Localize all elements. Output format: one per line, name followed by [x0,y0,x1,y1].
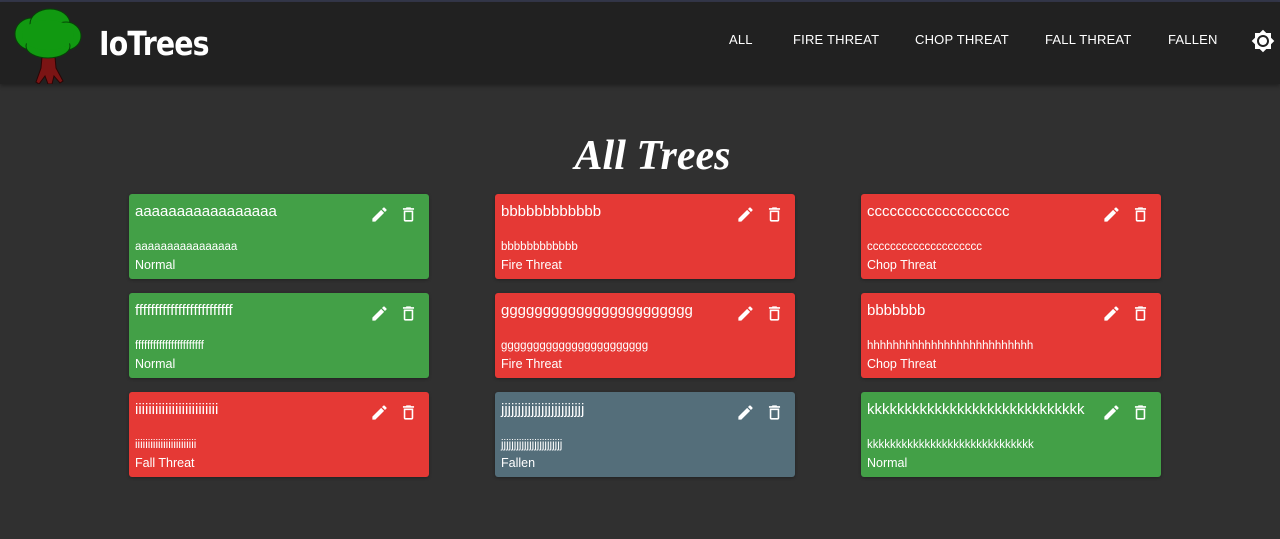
tree-card-status: Normal [867,456,908,470]
trash-icon[interactable] [399,403,418,422]
tree-card-status: Normal [135,258,176,272]
trash-icon[interactable] [399,304,418,323]
pencil-icon[interactable] [1102,403,1121,422]
tree-card-status: Chop Threat [867,258,937,272]
tree-card-description: bbbbbbbbbbbb [501,241,578,253]
tree-card-title: aaaaaaaaaaaaaaaaa [135,203,277,220]
tree-card-description: hhhhhhhhhhhhhhhhhhhhhhhhhh [867,340,1034,352]
tree-card-title: fffffffffffffffffffffffff [135,302,233,319]
tree-card[interactable]: jjjjjjjjjjjjjjjjjjjjjjjjj jjjjjjjjjjjjjj… [495,392,795,477]
tree-card[interactable]: aaaaaaaaaaaaaaaaa aaaaaaaaaaaaaaaa Norma… [129,194,429,279]
trash-icon[interactable] [1131,403,1150,422]
tree-card-title: ccccccccccccccccccc [867,203,1010,220]
tree-card[interactable]: kkkkkkkkkkkkkkkkkkkkkkkkkkkkk kkkkkkkkkk… [861,392,1161,477]
tree-card-status: Fallen [501,456,536,470]
tree-card[interactable]: ccccccccccccccccccc cccccccccccccccccccc… [861,194,1161,279]
tree-card[interactable]: fffffffffffffffffffffffff ffffffffffffff… [129,293,429,378]
nav-link-all[interactable]: ALL [729,32,753,47]
tree-card-description: fffffffffffffffffffffff [135,340,204,352]
pencil-icon[interactable] [370,403,389,422]
tree-card-title: ggggggggggggggggggggggg [501,302,693,319]
tree-card-description: jjjjjjjjjjjjjjjjjjjjjjjj [501,439,563,451]
nav-link-fall-threat[interactable]: FALL THREAT [1045,32,1131,47]
trash-icon[interactable] [1131,304,1150,323]
tree-card-description: kkkkkkkkkkkkkkkkkkkkkkkkkkkkk [867,439,1034,451]
pencil-icon[interactable] [736,403,755,422]
tree-card-title: jjjjjjjjjjjjjjjjjjjjjjjjj [501,401,585,418]
trash-icon[interactable] [765,304,784,323]
tree-card-title: bbbbbbb [867,302,926,319]
pencil-icon[interactable] [736,304,755,323]
pencil-icon[interactable] [370,304,389,323]
tree-card-status: Fire Threat [501,357,562,371]
pencil-icon[interactable] [736,205,755,224]
trash-icon[interactable] [1131,205,1150,224]
tree-card[interactable]: bbbbbbbbbbbb bbbbbbbbbbbb Fire Threat [495,194,795,279]
tree-card-description: cccccccccccccccccccc [867,241,982,253]
tree-card-status: Fall Threat [135,456,195,470]
tree-card-title: iiiiiiiiiiiiiiiiiiiiiiiii [135,401,219,418]
pencil-icon[interactable] [1102,205,1121,224]
trash-icon[interactable] [399,205,418,224]
nav-link-chop-threat[interactable]: CHOP THREAT [915,32,1009,47]
tree-card[interactable]: ggggggggggggggggggggggg gggggggggggggggg… [495,293,795,378]
tree-card-status: Fire Threat [501,258,562,272]
tree-card-title: kkkkkkkkkkkkkkkkkkkkkkkkkkkkk [867,401,1085,418]
nav-link-fire-threat[interactable]: FIRE THREAT [793,32,879,47]
tree-card[interactable]: bbbbbbb hhhhhhhhhhhhhhhhhhhhhhhhhh Chop … [861,293,1161,378]
trash-icon[interactable] [765,403,784,422]
tree-card[interactable]: iiiiiiiiiiiiiiiiiiiiiiiii iiiiiiiiiiiiii… [129,392,429,477]
tree-card-description: ggggggggggggggggggggggg [501,340,649,352]
trash-icon[interactable] [765,205,784,224]
tree-card-description: iiiiiiiiiiiiiiiiiiiiiiii [135,439,197,451]
page-title: All Trees [574,133,731,179]
main-nav: ALL FIRE THREAT CHOP THREAT FALL THREAT … [0,32,1280,54]
tree-card-title: bbbbbbbbbbbb [501,203,602,220]
pencil-icon[interactable] [370,205,389,224]
tree-card-description: aaaaaaaaaaaaaaaa [135,241,238,253]
tree-card-status: Chop Threat [867,357,937,371]
tree-card-grid: aaaaaaaaaaaaaaaaa aaaaaaaaaaaaaaaa Norma… [129,194,1161,477]
tree-card-status: Normal [135,357,176,371]
pencil-icon[interactable] [1102,304,1121,323]
nav-link-fallen[interactable]: FALLEN [1168,32,1218,47]
brightness-icon[interactable] [1251,29,1275,53]
